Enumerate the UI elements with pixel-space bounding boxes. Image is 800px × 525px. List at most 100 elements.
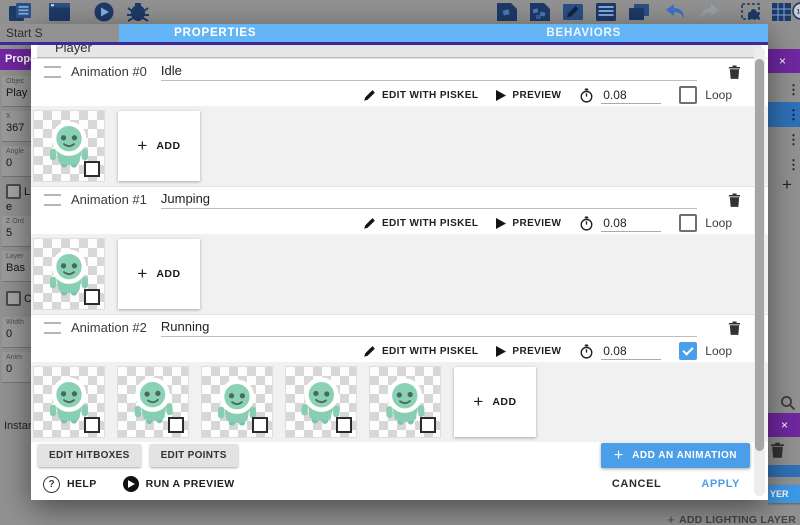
loop-checkbox[interactable] [679, 214, 697, 232]
add-object-icon[interactable] [494, 2, 520, 22]
field-animation[interactable]: Anim0 [2, 352, 31, 383]
apply-button[interactable]: APPLY [695, 477, 746, 491]
frame-select-checkbox[interactable] [252, 417, 268, 433]
frame-select-checkbox[interactable] [420, 417, 436, 433]
field-custom-size[interactable]: C [2, 288, 31, 306]
edit-hitboxes-button[interactable]: EDIT HITBOXES [38, 444, 141, 467]
time-between-frames-input[interactable] [601, 343, 661, 360]
redo-icon[interactable] [696, 2, 722, 22]
mask-icon[interactable] [739, 2, 765, 22]
pencil-icon [363, 345, 376, 358]
object-list-item-selected[interactable]: ⋮ [768, 102, 800, 127]
lock-checkbox[interactable] [6, 184, 21, 199]
add-frame-button[interactable]: +ADD [118, 111, 200, 181]
add-an-animation-button[interactable]: +ADD AN ANIMATION [601, 443, 750, 468]
cancel-button[interactable]: CANCEL [606, 477, 667, 491]
collision-tools-row: EDIT HITBOXES EDIT POINTS +ADD AN ANIMAT… [31, 442, 768, 468]
object-name-field[interactable]: Player [37, 45, 762, 58]
field-width[interactable]: Width0 [2, 317, 31, 348]
close-icon[interactable]: × [781, 413, 788, 437]
menu-dots-icon[interactable]: ⋮ [787, 107, 800, 122]
animation-label: Animation #0 [71, 64, 147, 79]
object-list-item[interactable]: ⋮ [768, 127, 800, 152]
custom-size-checkbox[interactable] [6, 291, 21, 306]
delete-animation-icon[interactable] [727, 64, 742, 80]
scene-tab-start[interactable]: Start S [0, 24, 119, 45]
field-x[interactable]: X367 [2, 111, 31, 142]
layers-stack-icon[interactable] [626, 2, 652, 22]
animation-name-input[interactable] [161, 191, 697, 209]
debug-icon[interactable] [124, 2, 152, 22]
delete-animation-icon[interactable] [727, 192, 742, 208]
add-layer-button[interactable]: YER [768, 485, 800, 503]
frame-select-checkbox[interactable] [84, 289, 100, 305]
add-instance-icon[interactable] [527, 2, 553, 22]
scrollbar-thumb[interactable] [755, 59, 764, 451]
menu-dots-icon[interactable]: ⋮ [787, 157, 800, 172]
field-angle[interactable]: Angle0 [2, 146, 31, 177]
zoom-1to1-icon[interactable]: 1:1 [789, 2, 800, 22]
project-manager-icon[interactable] [8, 2, 36, 22]
loop-checkbox[interactable] [679, 86, 697, 104]
drag-handle-icon[interactable] [44, 322, 61, 334]
dialog-scrollbar[interactable] [754, 47, 765, 496]
edit-with-piskel-button[interactable]: EDIT WITH PISKEL [363, 345, 478, 358]
run-a-preview-button[interactable]: RUN A PREVIEW [146, 478, 235, 490]
add-frame-button[interactable]: +ADD [454, 367, 536, 437]
add-frame-button[interactable]: +ADD [118, 239, 200, 309]
help-icon[interactable]: ? [43, 476, 60, 493]
run-preview-icon[interactable] [123, 476, 139, 492]
add-lighting-layer-button[interactable]: +ADD LIGHTING LAYER [667, 512, 796, 525]
frame-select-checkbox[interactable] [84, 161, 100, 177]
frames-row: +ADD [31, 362, 768, 442]
time-between-frames-input[interactable] [601, 87, 661, 104]
menu-dots-icon[interactable]: ⋮ [787, 82, 800, 97]
animation-name-input[interactable] [161, 63, 697, 81]
animation-frame-thumbnail[interactable] [34, 367, 104, 437]
animation-frame-thumbnail[interactable] [370, 367, 440, 437]
undo-icon[interactable] [663, 2, 689, 22]
field-object[interactable]: ObjecPlay [2, 76, 31, 107]
menu-dots-icon[interactable]: ⋮ [787, 132, 800, 147]
objects-list-icon[interactable] [593, 2, 619, 22]
close-icon[interactable]: × [779, 49, 786, 73]
edit-with-piskel-button[interactable]: EDIT WITH PISKEL [363, 217, 478, 230]
edit-scene-icon[interactable] [560, 2, 586, 22]
animation-name-input[interactable] [161, 319, 697, 337]
object-list-item[interactable]: ⋮ [768, 152, 800, 177]
delete-animation-icon[interactable] [727, 320, 742, 336]
edit-points-button[interactable]: EDIT POINTS [150, 444, 238, 467]
frame-select-checkbox[interactable] [168, 417, 184, 433]
field-zorder[interactable]: Z Ord5 [2, 216, 31, 247]
preview-window-icon[interactable] [46, 2, 74, 22]
loop-checkbox[interactable] [679, 342, 697, 360]
frame-select-checkbox[interactable] [336, 417, 352, 433]
trash-icon[interactable] [769, 441, 786, 459]
drag-handle-icon[interactable] [44, 66, 61, 78]
preview-button[interactable]: PREVIEW [496, 90, 561, 101]
preview-button[interactable]: PREVIEW [496, 346, 561, 357]
object-list-item[interactable]: ⋮ [768, 77, 800, 102]
field-layer[interactable]: LayerBas [2, 251, 31, 282]
time-between-frames-input[interactable] [601, 215, 661, 232]
drag-handle-icon[interactable] [44, 194, 61, 206]
help-button[interactable]: HELP [67, 478, 97, 490]
preview-button[interactable]: PREVIEW [496, 218, 561, 229]
add-object-plus-icon[interactable]: + [782, 175, 792, 195]
tab-behaviors[interactable]: BEHAVIORS [400, 24, 769, 42]
edit-with-piskel-button[interactable]: EDIT WITH PISKEL [363, 89, 478, 102]
play-preview-icon[interactable] [90, 2, 118, 22]
svg-text:1:1: 1:1 [797, 10, 800, 16]
field-lock[interactable]: Le [2, 181, 31, 212]
animation-section-2: Animation #2 EDIT WITH PISKEL PREVIEW Lo… [31, 314, 768, 442]
search-icon[interactable] [780, 395, 796, 411]
gdevelop-editor: 1:1 Start S Prope ObjecPlay X367 Angle0 … [0, 0, 800, 525]
animation-frame-thumbnail[interactable] [34, 111, 104, 181]
animation-frame-thumbnail[interactable] [202, 367, 272, 437]
frame-select-checkbox[interactable] [84, 417, 100, 433]
animation-frame-thumbnail[interactable] [118, 367, 188, 437]
layer-row-selected[interactable] [768, 465, 800, 477]
animation-frame-thumbnail[interactable] [286, 367, 356, 437]
frames-row: +ADD [31, 106, 768, 186]
animation-frame-thumbnail[interactable] [34, 239, 104, 309]
